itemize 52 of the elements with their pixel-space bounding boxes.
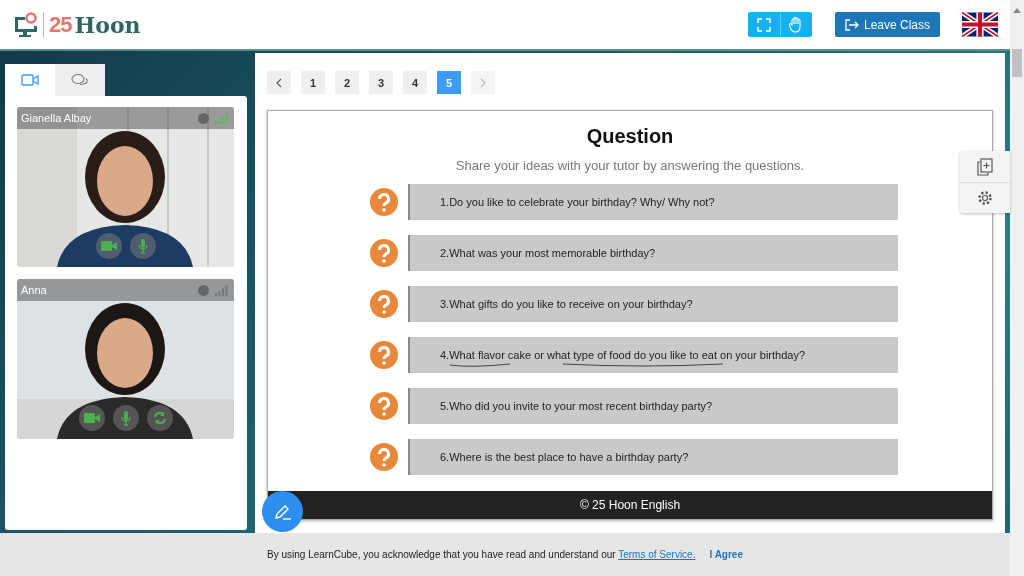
- participant-name: Anna: [21, 284, 48, 296]
- microphone-button[interactable]: [129, 233, 156, 259]
- question-text: 4.What flavor cake or what type of food do you like to eat on your birthday?: [440, 349, 806, 361]
- participant-name: Gianella Albay: [21, 112, 93, 124]
- video-tab[interactable]: [5, 64, 55, 96]
- page-button[interactable]: 3: [369, 71, 393, 94]
- question-text: 3.What gifts do you like to receive on your birthday?: [440, 298, 693, 310]
- copy-plus-icon: [977, 157, 993, 176]
- page-button[interactable]: 4: [403, 71, 427, 94]
- question-text: 2.What was your most memorable birthday?: [440, 247, 656, 259]
- microphone-icon: [120, 410, 131, 426]
- record-dot-icon: [198, 284, 209, 296]
- question-mark-icon: [370, 239, 398, 267]
- leave-class-button[interactable]: Leave Class: [834, 12, 940, 37]
- fullscreen-icon: [756, 17, 771, 32]
- switch-camera-button[interactable]: [146, 405, 173, 431]
- question-text: 5.Who did you invite to your most recent birthday party?: [440, 400, 713, 412]
- chevron-left-icon: [276, 77, 282, 88]
- record-dot-icon: [198, 112, 209, 124]
- page-button[interactable]: 2: [335, 71, 359, 94]
- agree-button[interactable]: I Agree: [705, 549, 743, 560]
- question-mark-icon: [370, 290, 398, 318]
- camera-button[interactable]: [95, 233, 122, 259]
- slide-footer: © 25 Hoon English: [268, 491, 992, 519]
- chevron-right-icon: [480, 77, 486, 88]
- terms-link[interactable]: Terms of Service.: [618, 549, 696, 560]
- microphone-icon: [137, 238, 148, 254]
- uk-flag-icon[interactable]: [962, 12, 998, 37]
- settings-icon: [977, 190, 993, 206]
- question-text: 6.Where is the best place to have a birthday party?: [440, 451, 689, 463]
- hand-icon: [789, 16, 804, 33]
- logo-number: 25: [49, 11, 72, 38]
- refresh-icon: [152, 411, 167, 425]
- microphone-button[interactable]: [112, 405, 139, 431]
- logo-name: Hoon: [74, 11, 141, 38]
- logo-icon: [12, 11, 38, 38]
- exit-icon: [844, 18, 860, 31]
- page-button[interactable]: 1: [301, 71, 325, 94]
- slide-title: Question: [585, 125, 675, 148]
- chat-tab[interactable]: [55, 64, 105, 96]
- chat-bubbles-icon: [71, 72, 89, 88]
- question-text: 1.Do you like to celebrate your birthday? Why/ Why not?: [440, 196, 715, 208]
- camera-icon: [83, 412, 100, 424]
- question-mark-icon: [370, 341, 398, 369]
- camera-button[interactable]: [78, 405, 105, 431]
- slide-subtitle: Share your ideas with your tutor by answering the questions.: [455, 158, 805, 173]
- camera-icon: [100, 240, 117, 252]
- question-mark-icon: [370, 443, 398, 471]
- question-mark-icon: [370, 188, 398, 216]
- video-camera-icon: [21, 74, 39, 86]
- cookie-notice: By using LearnCube, you acknowledge that you have read and understand our Terms of Service.: [267, 549, 696, 560]
- question-mark-icon: [370, 392, 398, 420]
